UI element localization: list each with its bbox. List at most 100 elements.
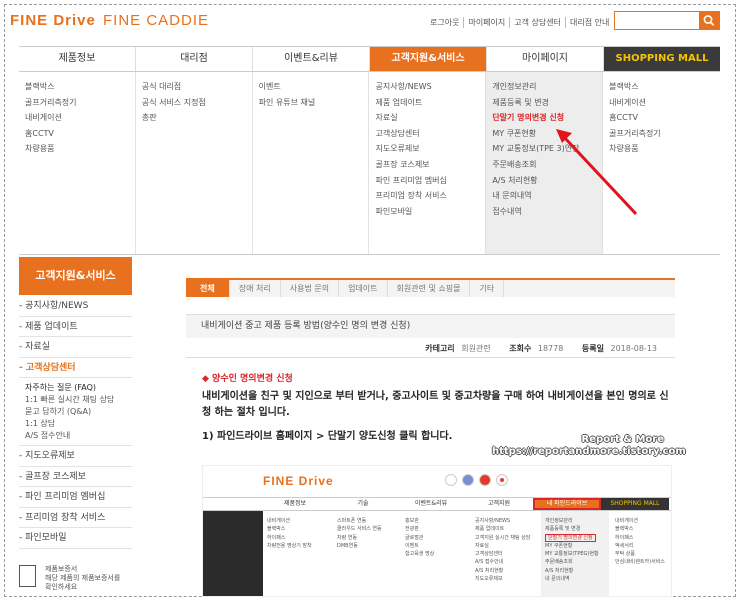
menu-item[interactable]: 골프거리측정기 <box>609 126 714 142</box>
embedded-item: 안심내비(렌트카)서비스 <box>615 559 665 566</box>
menu-item[interactable]: 제품등록 및 변경 <box>492 95 596 111</box>
menu-item[interactable]: 공지사항/NEWS <box>375 79 479 95</box>
menu-item[interactable]: 홈CCTV <box>609 110 714 126</box>
menu-item[interactable]: 개인정보관리 <box>492 79 596 95</box>
menu-item[interactable]: 총판 <box>142 110 246 126</box>
finedrive-logo[interactable]: FINE Drive <box>10 12 96 29</box>
search-button[interactable] <box>699 12 719 29</box>
menu-item[interactable]: 파인 프리미엄 멤버십 <box>375 173 479 189</box>
tab-product-info[interactable]: 제품정보 <box>19 47 136 71</box>
mypage-link[interactable]: 마이페이지 <box>463 17 509 28</box>
menu-item[interactable]: 차량용품 <box>609 141 714 157</box>
menu-item[interactable]: 접수내역 <box>492 204 596 220</box>
menu-item[interactable]: 블랙박스 <box>609 79 714 95</box>
menu-item[interactable]: 공식 대리점 <box>142 79 246 95</box>
embedded-tab-my: 내 파인드라이브 <box>533 498 601 510</box>
sidebar-item-install[interactable]: - 프리미엄 장착 서비스 <box>19 508 132 528</box>
menu-item[interactable]: MY 쿠폰현황 <box>492 126 596 142</box>
tab-fault[interactable]: 장애 처리 <box>230 280 281 297</box>
menu-item[interactable]: 주문배송조회 <box>492 157 596 173</box>
menu-item[interactable]: 프리미엄 장착 서비스 <box>375 188 479 204</box>
embedded-col: 내비게이션 블랙박스 하이패스 액세서리 부탁 상품 안심내비(렌트카)서비스 <box>615 517 665 567</box>
views-value: 18778 <box>537 344 564 353</box>
sidebar-item-notice[interactable]: - 공지사항/NEWS <box>19 296 132 317</box>
menu-item[interactable]: 골프거리측정기 <box>25 95 129 111</box>
menu-item[interactable]: 제품 업데이트 <box>375 95 479 111</box>
sidebar-item-membership[interactable]: - 파인 프리미엄 멤버십 <box>19 487 132 508</box>
step-1-text: 1) 파인드라이브 홈페이지 > 단말기 양도신청 클릭 합니다. <box>202 431 453 442</box>
menu-item[interactable]: 이벤트 <box>259 79 363 95</box>
search-icon <box>703 15 715 26</box>
search-box <box>614 11 720 30</box>
tab-etc[interactable]: 기타 <box>470 280 505 297</box>
sidebar-item-mobile[interactable]: - 파인모바일 <box>19 528 132 549</box>
tab-shopping-mall[interactable]: SHOPPING MALL <box>604 47 720 71</box>
menu-item[interactable]: 자료실 <box>375 110 479 126</box>
embedded-item: 액세서리 <box>615 542 634 549</box>
mega-menu: 블랙박스 골프거리측정기 내비게이션 홈CCTV 차량용품 공식 대리점 공식 … <box>19 72 720 255</box>
embedded-item: 블랙박스 <box>615 526 634 533</box>
sidebar-sub-qna[interactable]: 묻고 답하기 (Q&A) <box>25 406 132 418</box>
search-input[interactable] <box>615 12 699 29</box>
tab-customer-support[interactable]: 고객지원&서비스 <box>370 47 487 71</box>
warranty-title: 제품보증서 <box>45 565 78 573</box>
warranty-desc-2: 확인하세요 <box>45 583 78 591</box>
menu-item[interactable]: 공식 서비스 지정점 <box>142 95 246 111</box>
embedded-item: 합고육생 명상 <box>405 551 435 558</box>
sidebar-sub-one-on-one[interactable]: 1:1 상담 <box>25 418 132 430</box>
menu-item[interactable]: 블랙박스 <box>25 79 129 95</box>
menu-item[interactable]: A/S 처리현황 <box>492 173 596 189</box>
logout-link[interactable]: 로그아웃 <box>430 17 463 28</box>
warranty-banner[interactable]: 제품보증서 해당 제품의 제품보증서를 확인하세요 <box>19 562 132 594</box>
sidebar-sub-as[interactable]: A/S 접수안내 <box>25 430 132 442</box>
tab-update[interactable]: 업데이트 <box>339 280 388 297</box>
watermark: Report & More https://reportandmore.tist… <box>492 434 686 458</box>
sidebar-item-golf-report[interactable]: - 골프장 코스제보 <box>19 467 132 487</box>
tab-all[interactable]: 전체 <box>186 280 230 297</box>
menu-item[interactable]: MY 교통정보(TPE 3)연장 <box>492 141 596 157</box>
embedded-item: 제품 업데이트 <box>475 526 505 533</box>
menu-item[interactable]: 골프장 코스제보 <box>375 157 479 173</box>
flag-jp-icon <box>496 474 508 486</box>
sidebar-sub-chat[interactable]: 1:1 빠른 실시간 채팅 상담 <box>25 394 132 406</box>
menu-item[interactable]: 고객상담센터 <box>375 126 479 142</box>
embedded-item: MY 쿠폰현황 <box>545 542 573 549</box>
embedded-item: 클라우드 서비스 연동 <box>337 526 382 533</box>
sidebar-item-update[interactable]: - 제품 업데이트 <box>19 317 132 337</box>
menu-item[interactable]: 파인모바일 <box>375 204 479 220</box>
embedded-item: 고객상담센터 <box>475 551 503 558</box>
embedded-item: 차량전용 명상기 장착 <box>267 542 312 549</box>
menu-item[interactable]: 파인 유튜브 채널 <box>259 95 363 111</box>
menu-item[interactable]: 홈CCTV <box>25 126 129 142</box>
embedded-item: 홍보관 <box>405 518 419 524</box>
menu-item[interactable]: 내비게이션 <box>25 110 129 126</box>
menu-item[interactable]: 지도오류제보 <box>375 141 479 157</box>
menu-col-product: 블랙박스 골프거리측정기 내비게이션 홈CCTV 차량용품 <box>19 72 136 254</box>
embedded-item: 이벤트 <box>405 542 419 549</box>
customer-center-link[interactable]: 고객 상담센터 <box>509 17 565 28</box>
sidebar-item-consult[interactable]: - 고객상담센터 <box>19 358 132 378</box>
menu-item[interactable]: 내 문의내역 <box>492 188 596 204</box>
sidebar-item-archive[interactable]: - 자료실 <box>19 337 132 358</box>
tab-usage[interactable]: 사용법 문의 <box>281 280 340 297</box>
embedded-item: 내비게이션 <box>267 518 291 524</box>
tab-mypage[interactable]: 마이페이지 <box>487 47 604 71</box>
tab-member-shop[interactable]: 회원관련 및 쇼핑몰 <box>388 280 471 297</box>
menu-item-ownership-change[interactable]: 단말기 명의변경 신청 <box>492 110 596 126</box>
section-heading: ◆ 양수인 명의변경 신청 <box>202 374 293 384</box>
embedded-item: DMB연동 <box>337 542 358 549</box>
menu-item[interactable]: 차량용품 <box>25 141 129 157</box>
dealer-guide-link[interactable]: 대리점 안내 <box>564 17 613 28</box>
embedded-screenshot: FINE Drive 제품정보 기술 이벤트&리뷰 고객지원 내 파인드라이브 … <box>202 465 672 597</box>
tab-event-review[interactable]: 이벤트&리뷰 <box>253 47 370 71</box>
top-links: 로그아웃 마이페이지 고객 상담센터 대리점 안내 <box>430 17 613 28</box>
menu-item[interactable]: 내비게이션 <box>609 95 714 111</box>
embedded-col: 홍보관 전광판 글로벌관 이벤트 합고육생 명상 <box>405 517 434 558</box>
tab-dealer[interactable]: 대리점 <box>136 47 253 71</box>
sidebar-sub-faq[interactable]: 자주하는 질문 (FAQ) <box>25 382 132 394</box>
warranty-desc-1: 해당 제품의 제품보증서를 <box>45 574 121 582</box>
finecaddie-logo[interactable]: FINE CADDIE <box>103 12 209 29</box>
sidebar-item-map-report[interactable]: - 지도오류제보 <box>19 446 132 467</box>
embedded-dark-panel <box>203 511 263 596</box>
embedded-item: 하이패스 <box>615 534 634 541</box>
